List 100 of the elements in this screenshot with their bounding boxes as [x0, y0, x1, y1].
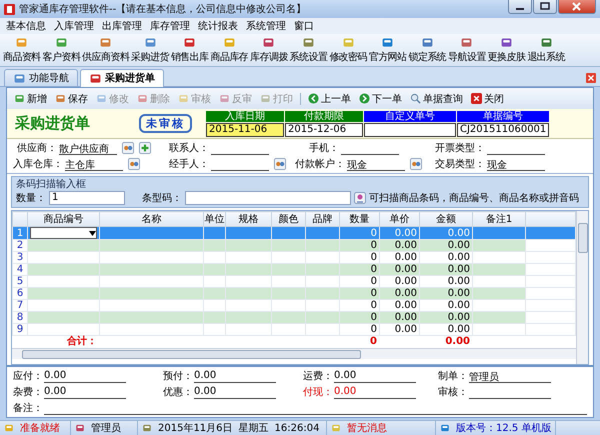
horizontal-scrollbar[interactable]	[12, 348, 576, 359]
field-header: 付款期限	[285, 110, 363, 122]
document-title: 采购进货单	[15, 114, 91, 133]
column-header[interactable]: 单位	[204, 212, 226, 226]
row-number: 2	[12, 240, 28, 252]
dropdown-field[interactable]	[30, 227, 97, 239]
toolbar-button[interactable]: 商品库存	[209, 36, 250, 64]
input-field[interactable]: 管理员	[469, 370, 551, 382]
lookup-icon[interactable]	[410, 158, 422, 170]
input-field[interactable]: 0.00	[334, 386, 416, 398]
toolbar-button[interactable]: 客户资料	[42, 36, 82, 64]
field-label: 审核：	[438, 386, 468, 399]
menu-item[interactable]: 基本信息	[6, 19, 46, 33]
toolbar-button[interactable]: 库存调拨	[249, 36, 289, 64]
toolbar-button[interactable]: 关闭	[468, 92, 507, 106]
close-icon[interactable]	[586, 73, 596, 83]
table-cell: 0	[340, 226, 380, 240]
toolbar-button[interactable]: 销售出库	[170, 36, 210, 64]
status-text: 版本号：12.5 单机版	[456, 422, 552, 435]
toolbar-button[interactable]: 单据查询	[407, 92, 466, 106]
lookup-icon[interactable]	[128, 158, 140, 170]
input-field[interactable]: 2015-11-06	[206, 122, 284, 136]
tool-icon	[302, 36, 315, 49]
tool-icon	[75, 423, 85, 433]
menu-item[interactable]: 系统管理	[246, 19, 286, 33]
lookup-icon[interactable]	[274, 158, 286, 170]
column-header[interactable]: 数量	[340, 212, 380, 226]
scan-icon[interactable]	[354, 192, 366, 204]
toolbar-button[interactable]: 更换皮肤	[486, 36, 526, 64]
input-field[interactable]: 0.00	[194, 370, 276, 382]
lookup-icon[interactable]	[122, 142, 134, 154]
input-field[interactable]: 0.00	[194, 386, 276, 398]
toolbar-button[interactable]: 系统设置	[288, 36, 328, 64]
field-label: 入库仓库：	[13, 158, 63, 171]
toolbar-button[interactable]: 新增	[11, 92, 50, 106]
menu-item[interactable]: 窗口	[294, 19, 314, 33]
toolbar-button[interactable]: 导航设置	[447, 36, 487, 64]
column-header[interactable]: 商品编号	[28, 212, 100, 226]
toolbar-button[interactable]: 上一单	[305, 92, 354, 106]
input-field[interactable]: 0.00	[44, 386, 126, 398]
tab[interactable]: 功能导航	[4, 69, 78, 86]
input-field[interactable]	[364, 122, 456, 136]
table-row[interactable]: 8 0 0.00 0.00	[12, 312, 576, 324]
column-header[interactable]: 金额	[420, 212, 472, 226]
menu-item[interactable]: 统计报表	[198, 19, 238, 33]
tab[interactable]: 采购进货单	[80, 69, 164, 87]
column-header[interactable]: 单价	[380, 212, 420, 226]
field-label: 预付：	[163, 370, 193, 383]
table-cell: 0	[340, 324, 380, 336]
maximize-button[interactable]	[533, 0, 557, 14]
tool-icon	[13, 72, 26, 84]
add-icon[interactable]	[139, 142, 151, 154]
menu-item[interactable]: 出库管理	[102, 19, 142, 33]
input-field[interactable]: CJ201511060001	[457, 122, 549, 136]
table-row[interactable]: 9 0 0.00 0.00	[12, 324, 576, 336]
field-label: 开票类型：	[435, 142, 485, 155]
toolbar-button[interactable]: 商品资料	[2, 36, 42, 64]
column-header[interactable]: 名称	[100, 212, 204, 226]
input-field[interactable]: 主仓库	[65, 158, 123, 170]
toolbar-button[interactable]: 下一单	[356, 92, 405, 106]
table-row[interactable]: 4 0 0.00 0.00	[12, 264, 576, 276]
column-header[interactable]: 颜色	[272, 212, 306, 226]
input-field[interactable]: 现金	[487, 158, 545, 170]
toolbar-button[interactable]: 修改密码	[328, 36, 368, 64]
column-header[interactable]: 品牌	[306, 212, 340, 226]
toolbar-button[interactable]: 供应商资料	[81, 36, 130, 64]
input-field[interactable]: 0.00	[44, 370, 126, 382]
vertical-scrollbar[interactable]	[576, 211, 588, 364]
input-field[interactable]: 0.00	[334, 370, 416, 382]
input-field[interactable]	[185, 191, 351, 205]
menu-item[interactable]: 入库管理	[54, 19, 94, 33]
tool-icon	[96, 93, 107, 104]
table-row[interactable]: 2 0 0.00 0.00	[12, 240, 576, 252]
tool-icon	[144, 36, 157, 49]
status-text: 16:26:04	[274, 422, 320, 434]
hint-text: 可扫描商品条码，商品编号、商品名称或拼音码	[369, 192, 579, 205]
column-header[interactable]: 规格	[226, 212, 272, 226]
tool-icon	[262, 36, 276, 49]
toolbar-button[interactable]: 采购进货	[130, 36, 170, 64]
table-cell: 0.00	[380, 324, 420, 336]
close-button[interactable]	[558, 0, 596, 14]
tool-icon	[183, 36, 196, 49]
toolbar-button[interactable]: 保存	[52, 92, 91, 106]
input-field[interactable]: 1	[49, 191, 125, 205]
close-icon	[471, 93, 482, 104]
input-field[interactable]: 散户供应商	[59, 142, 117, 154]
field-label: 杂费：	[13, 386, 43, 399]
menu-item[interactable]: 库存管理	[150, 19, 190, 33]
status-text: 暂无消息	[347, 422, 387, 435]
field-label: 手机：	[308, 142, 339, 155]
column-header[interactable]: 备注1	[472, 212, 526, 226]
minimize-button[interactable]	[508, 0, 532, 14]
input-field[interactable]: 现金	[347, 158, 405, 170]
field-header: 入库日期	[206, 110, 284, 122]
toolbar-button[interactable]: 锁定系统	[408, 36, 448, 64]
input-field[interactable]: 2015-12-06	[285, 122, 363, 136]
table-row[interactable]: 6 0 0.00 0.00	[12, 288, 576, 300]
toolbar-button[interactable]: 官方网站	[368, 36, 408, 64]
toolbar-button[interactable]: 退出系统	[526, 36, 566, 64]
tool-icon	[178, 93, 189, 104]
